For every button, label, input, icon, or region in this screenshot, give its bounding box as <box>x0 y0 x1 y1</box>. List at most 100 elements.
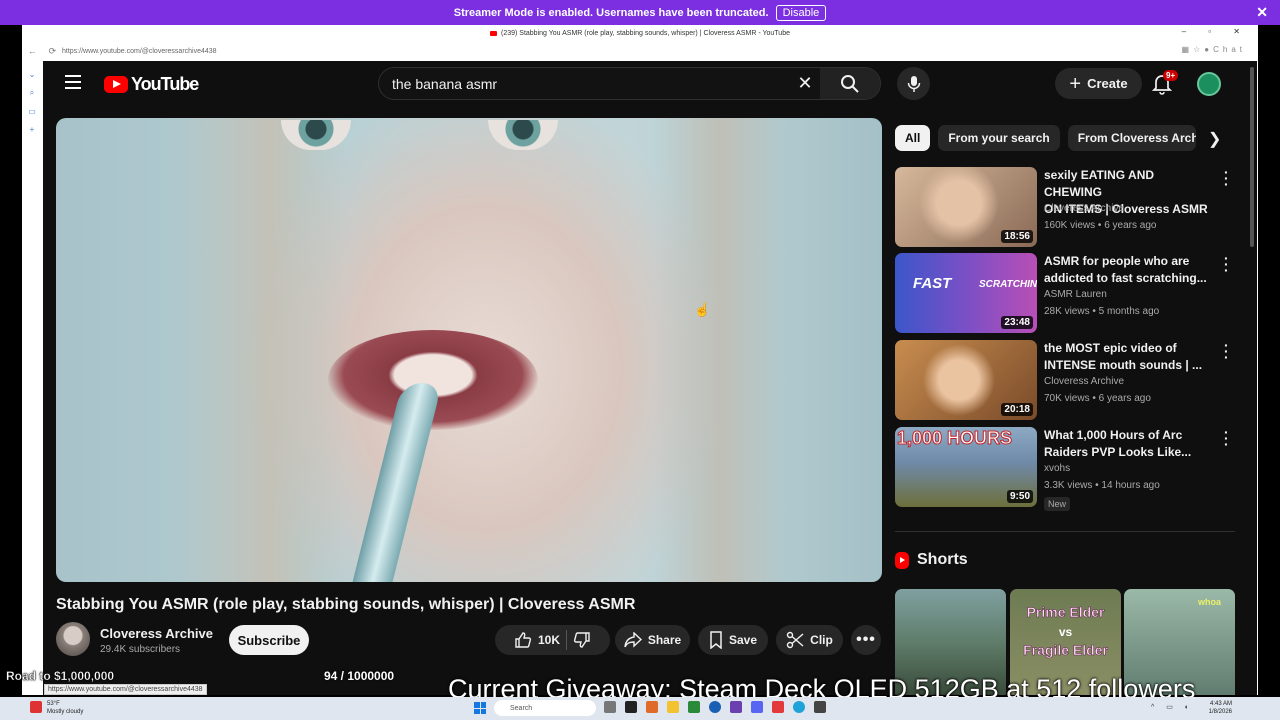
dislike-button[interactable] <box>573 631 591 649</box>
channel-name[interactable]: Cloveress Archive <box>1044 203 1124 214</box>
clear-search-icon[interactable]: ✕ <box>790 73 820 94</box>
save-button[interactable]: Save <box>698 625 768 655</box>
app-icon[interactable] <box>646 701 658 713</box>
terminal-icon[interactable] <box>625 701 637 713</box>
share-button[interactable]: Share <box>615 625 690 655</box>
video-title[interactable]: ASMR for people who are addicted to fast … <box>1044 253 1214 287</box>
video-title[interactable]: the MOST epic video of INTENSE mouth soun… <box>1044 340 1214 374</box>
video-meta: 3.3K views • 14 hours ago <box>1044 480 1160 491</box>
sidebar-search-icon[interactable]: ⌕ <box>22 88 42 98</box>
edge-icon[interactable] <box>793 701 805 713</box>
youtube-logo[interactable]: YouTube <box>104 74 199 95</box>
video-thumbnail[interactable]: 20:18 <box>895 340 1037 420</box>
chip-from-your-search[interactable]: From your search <box>938 125 1060 151</box>
short-text: vs <box>1058 625 1073 639</box>
like-divider <box>566 630 567 650</box>
channel-name[interactable]: ASMR Lauren <box>1044 289 1107 300</box>
browser-sidebar: ⌄ ⌕ ▭ + <box>22 61 42 695</box>
reload-icon[interactable]: ⟳ <box>49 46 57 57</box>
voice-search-button[interactable] <box>897 67 930 100</box>
duration-badge: 23:48 <box>1001 316 1033 329</box>
system-clock[interactable]: 4:43 AM 1/8/2026 <box>1209 700 1232 716</box>
notifications-button[interactable]: 9+ <box>1151 70 1179 95</box>
video-thumbnail[interactable]: 1,000 HOURS 9:50 <box>895 427 1037 507</box>
create-button[interactable]: + Create <box>1055 68 1142 99</box>
clip-label: Clip <box>810 633 833 647</box>
back-icon[interactable]: ← <box>28 46 37 57</box>
link-hover-url: https://www.youtube.com/@cloveressarchiv… <box>44 684 207 695</box>
video-frame-detail <box>488 120 558 150</box>
nav-buttons: ← ⟳ <box>22 46 62 57</box>
favorite-icon[interactable]: ☆ <box>1193 45 1204 54</box>
screen-edge-left <box>0 25 22 697</box>
stream-goal-label: Road to $1,000,000 <box>6 669 115 683</box>
video-player[interactable] <box>56 118 882 582</box>
channel-name[interactable]: Cloveress Archive <box>1044 376 1124 387</box>
save-label: Save <box>728 633 758 647</box>
list-item[interactable]: 1,000 HOURS 9:50 What 1,000 Hours of Arc… <box>895 425 1235 517</box>
channel-avatar[interactable] <box>56 622 90 656</box>
window-controls[interactable]: – ▫ ✕ <box>1182 27 1250 36</box>
more-vertical-icon[interactable]: · · · <box>1224 338 1229 364</box>
list-item[interactable]: 18:56 sexily EATING AND CHEWING ON ITEMS … <box>895 165 1235 249</box>
notification-badge: 9+ <box>1163 70 1179 81</box>
more-vertical-icon[interactable]: · · · <box>1224 425 1229 451</box>
thumbs-up-icon <box>515 632 532 648</box>
stream-goal-counter: 94 / 1000000 <box>324 669 395 683</box>
weather-desc: Mostly cloudy <box>47 709 84 715</box>
browser-title-row: (239) Stabbing You ASMR (role play, stab… <box>22 25 1258 41</box>
mouse-cursor-icon: ☝ <box>694 302 711 317</box>
copilot-chat-button[interactable]: Chat <box>1213 45 1246 54</box>
subscribe-button[interactable]: Subscribe <box>229 625 309 655</box>
chevron-right-icon[interactable]: ❯ <box>1208 129 1221 149</box>
store-icon[interactable] <box>688 701 700 713</box>
windows-start-icon[interactable] <box>474 702 486 714</box>
list-item[interactable]: FAST SCRATCHING 23:48 ASMR for people wh… <box>895 251 1235 335</box>
chip-all[interactable]: All <box>895 125 931 151</box>
sidebar-add-icon[interactable]: + <box>22 125 42 134</box>
extensions-icon[interactable]: ▦ <box>1182 45 1194 54</box>
search-input[interactable]: the banana asmr <box>392 76 790 92</box>
windows-taskbar: 53°F Mostly cloudy Search ^ ▭ ◐ 4:43 AM … <box>0 697 1280 720</box>
discord-icon[interactable] <box>751 701 763 713</box>
list-item[interactable]: 20:18 the MOST epic video of INTENSE mout… <box>895 338 1235 422</box>
video-thumbnail[interactable]: FAST SCRATCHING 23:48 <box>895 253 1037 333</box>
more-actions-button[interactable]: ••• <box>851 625 881 655</box>
more-vertical-icon[interactable]: · · · <box>1224 165 1229 191</box>
app-icon[interactable] <box>772 701 784 713</box>
video-title[interactable]: What 1,000 Hours of Arc Raiders PVP Looks… <box>1044 427 1214 461</box>
profile-icon[interactable]: ● <box>1204 45 1213 54</box>
share-icon <box>624 632 642 648</box>
section-divider <box>895 531 1235 532</box>
sidebar-collapse-icon[interactable]: ⌄ <box>22 70 42 79</box>
shorts-icon <box>895 551 909 569</box>
video-thumbnail[interactable]: 18:56 <box>895 167 1037 247</box>
app-icon[interactable] <box>814 701 826 713</box>
more-vertical-icon[interactable]: · · · <box>1224 251 1229 277</box>
channel-name[interactable]: xvohs <box>1044 463 1070 474</box>
tab-title[interactable]: (239) Stabbing You ASMR (role play, stab… <box>501 30 790 37</box>
thumbs-down-icon <box>573 632 590 648</box>
like-button[interactable]: 10K <box>514 631 560 649</box>
weather-widget[interactable]: 53°F Mostly cloudy <box>47 700 83 716</box>
sidebar-tab-icon[interactable]: ▭ <box>22 107 42 116</box>
disable-streamer-mode-button[interactable]: Disable <box>775 4 827 21</box>
page-scrollbar[interactable] <box>1250 67 1254 247</box>
channel-name[interactable]: Cloveress Archive <box>100 626 213 641</box>
address-bar[interactable]: https://www.youtube.com/@cloveressarchiv… <box>62 48 217 55</box>
like-count: 10K <box>537 633 560 647</box>
clip-button[interactable]: Clip <box>776 625 843 655</box>
taskbar-search-input[interactable]: Search <box>494 700 596 716</box>
file-explorer-icon[interactable] <box>667 701 679 713</box>
hp-icon[interactable] <box>709 701 721 713</box>
menu-icon[interactable] <box>65 75 81 89</box>
video-meta: 28K views • 5 months ago <box>1044 306 1160 317</box>
chip-from-channel[interactable]: From Cloveress Archive <box>1067 125 1196 151</box>
youtube-favicon-icon <box>490 30 497 36</box>
task-view-icon[interactable] <box>604 701 616 713</box>
system-tray-icons[interactable]: ^ ▭ ◐ <box>1151 703 1194 711</box>
close-banner-icon[interactable]: ✕ <box>1256 4 1268 21</box>
search-button[interactable] <box>820 68 880 99</box>
app-icon[interactable] <box>730 701 742 713</box>
account-avatar[interactable] <box>1197 72 1221 96</box>
